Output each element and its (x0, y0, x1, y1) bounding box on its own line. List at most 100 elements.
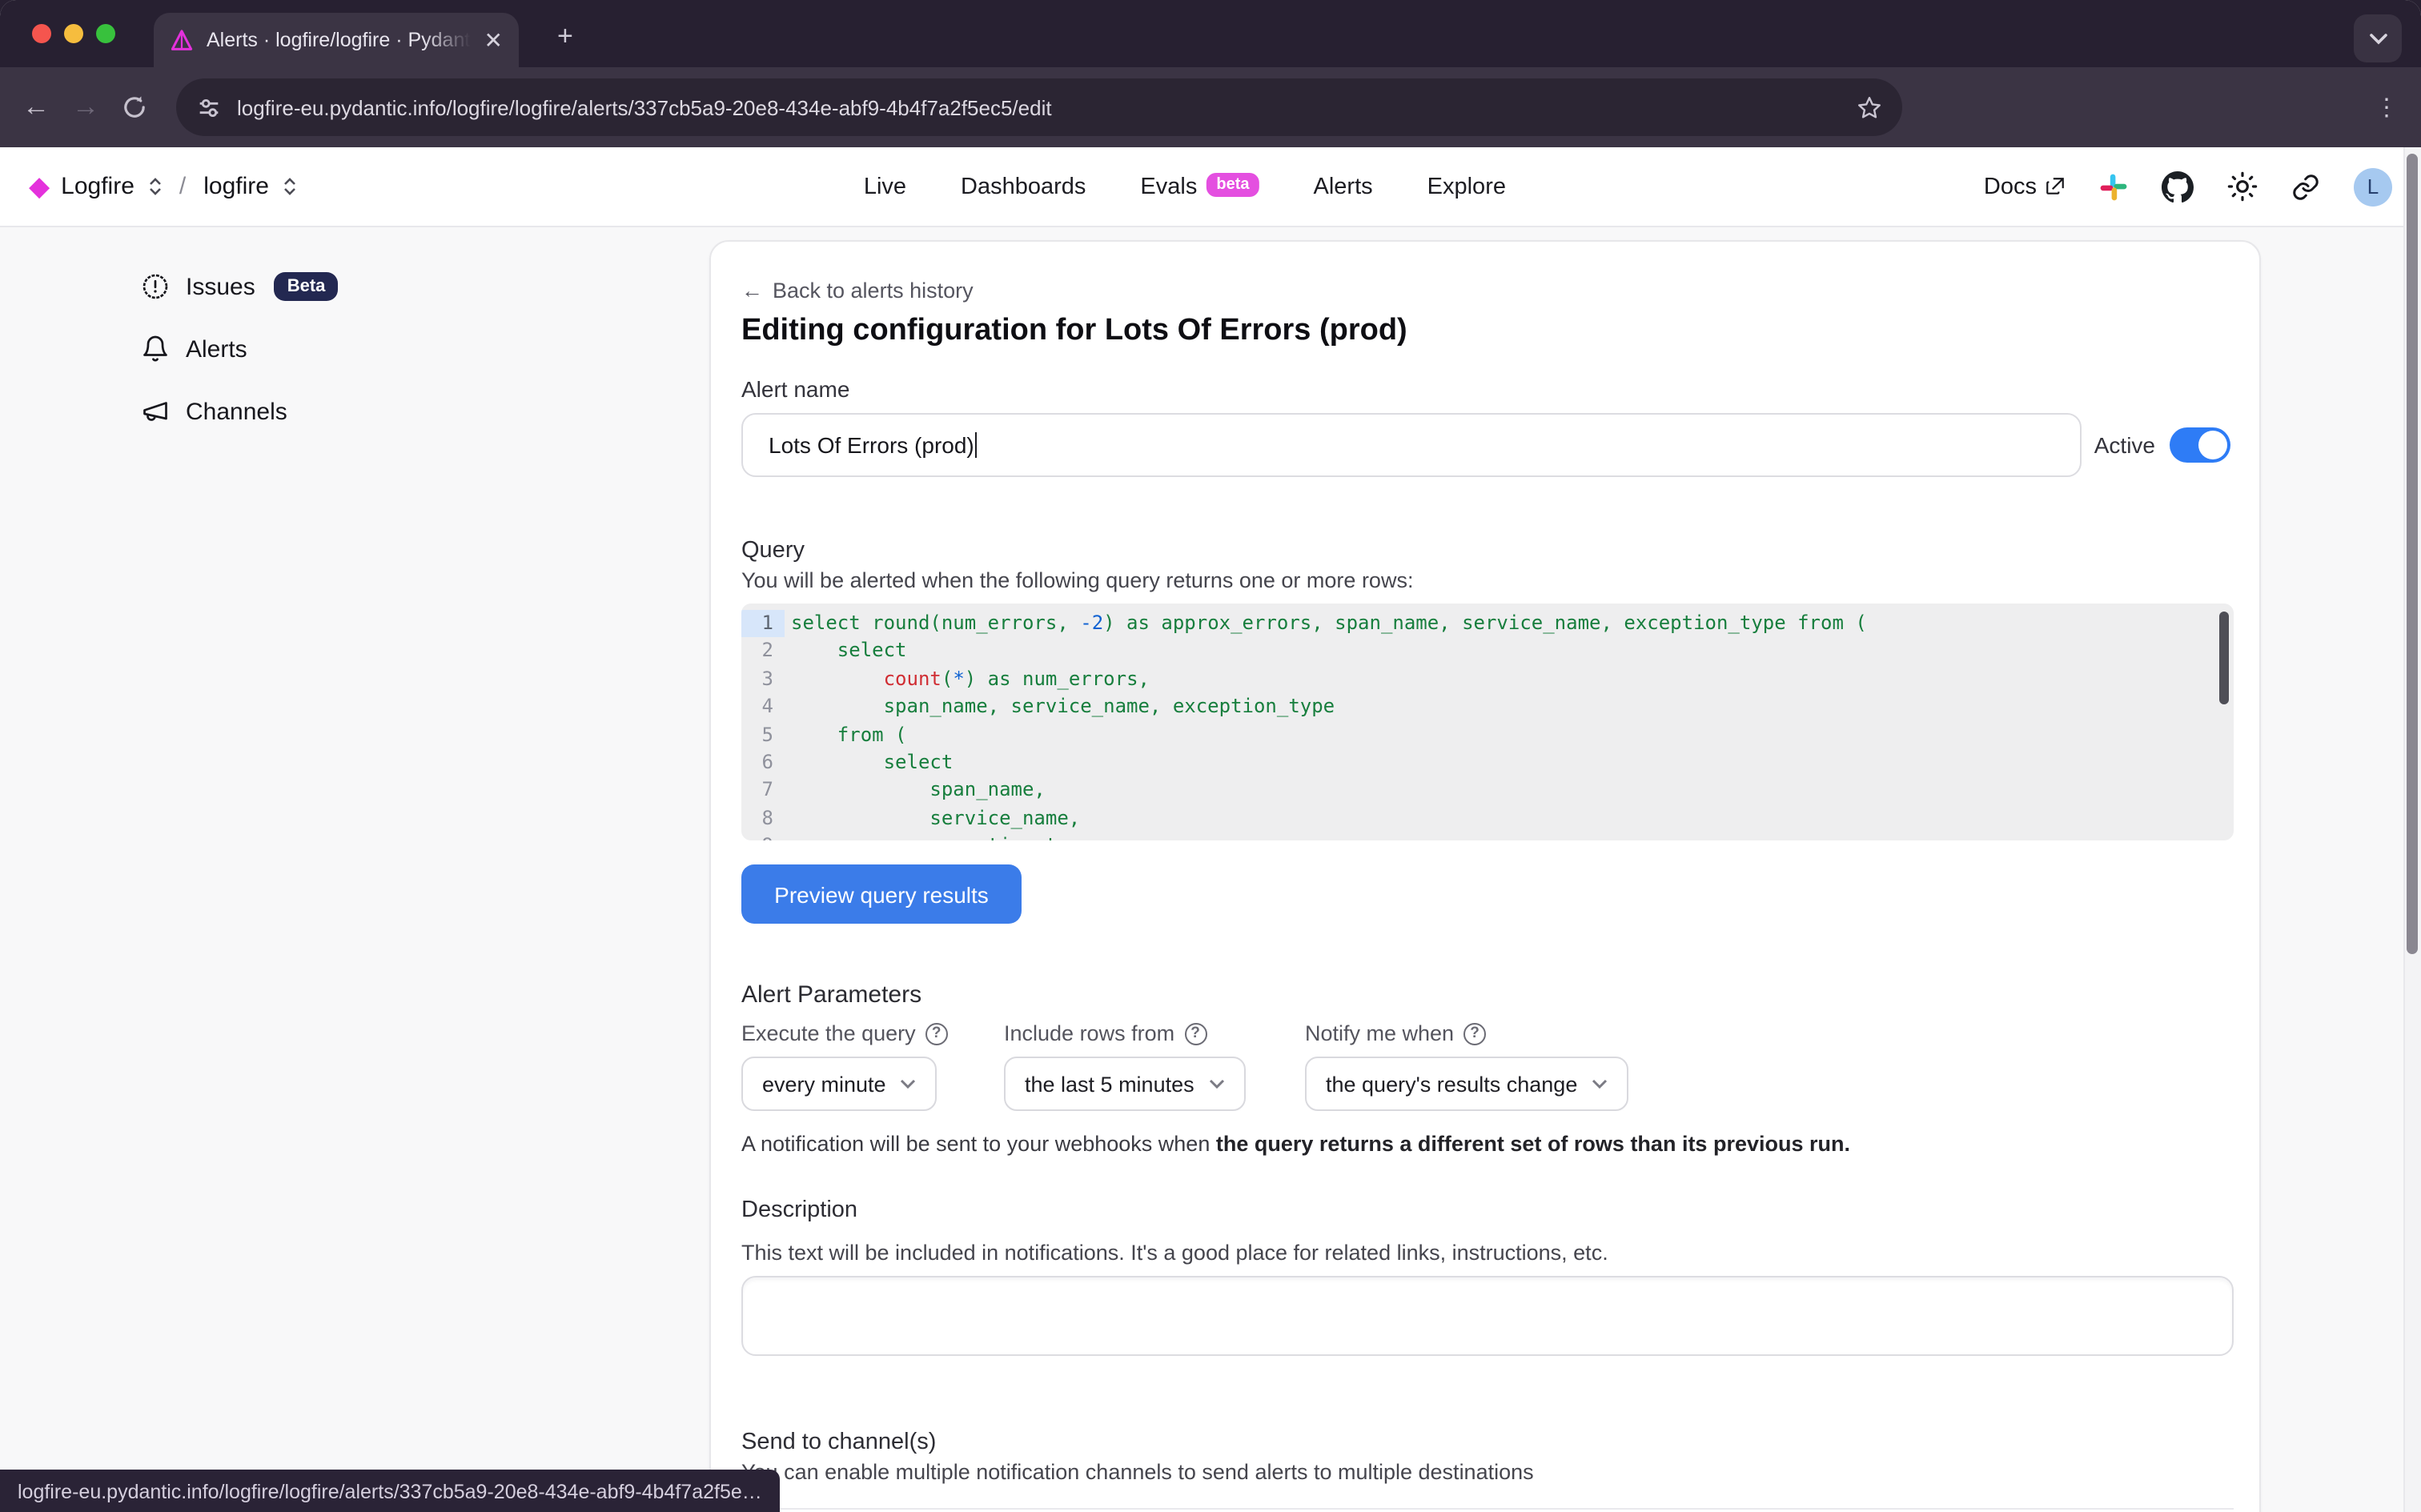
megaphone-icon (141, 397, 170, 426)
logfire-favicon (170, 28, 194, 52)
minimize-window-button[interactable] (64, 24, 83, 43)
code-line: 1select round(num_errors, -2) as approx_… (741, 610, 2234, 638)
issues-beta-badge: Beta (275, 272, 339, 301)
back-arrow-icon: ← (741, 279, 763, 303)
alert-parameters-title: Alert Parameters (741, 981, 2230, 1009)
nav-alerts[interactable]: Alerts (1313, 174, 1372, 199)
reload-icon[interactable] (122, 94, 147, 120)
tab-close-icon[interactable]: ✕ (484, 29, 503, 51)
new-tab-button[interactable]: + (557, 22, 573, 50)
zoom-window-button[interactable] (96, 24, 115, 43)
execute-query-label: Execute the query ? (741, 1021, 1004, 1045)
page-title: Editing configuration for Lots Of Errors… (741, 314, 2230, 349)
nav-live[interactable]: Live (864, 174, 906, 199)
scrollbar-thumb[interactable] (2407, 154, 2418, 954)
browser-menu-kebab-icon[interactable]: ⋮ (2375, 93, 2399, 122)
alert-name-input[interactable]: Lots Of Errors (prod) (741, 413, 2082, 477)
help-icon[interactable]: ? (1184, 1022, 1206, 1045)
active-toggle[interactable] (2170, 427, 2230, 463)
code-line: 9 exception_type (741, 833, 2234, 841)
share-link-icon[interactable] (2291, 172, 2320, 201)
notify-when-select[interactable]: the query's results change (1305, 1057, 1628, 1111)
sidebar-item-label: Alerts (186, 335, 247, 363)
chevron-down-icon (901, 1079, 917, 1089)
sidebar: Issues Beta Alerts Channels (141, 272, 338, 426)
line-number: 6 (741, 749, 785, 777)
sidebar-item-alerts[interactable]: Alerts (141, 335, 338, 363)
project-selector-chevrons-icon[interactable] (283, 178, 296, 195)
org-selector-chevrons-icon[interactable] (149, 178, 162, 195)
forward-icon[interactable]: → (72, 91, 99, 123)
alert-name-label: Alert name (741, 376, 2230, 402)
alert-name-value: Lots Of Errors (prod) (769, 432, 974, 458)
alert-circle-icon (141, 272, 170, 301)
browser-tab[interactable]: Alerts · logfire/logfire · Pydanti ✕ (154, 13, 519, 67)
section-divider (741, 1508, 2234, 1510)
code-line: 4 span_name, service_name, exception_typ… (741, 693, 2234, 721)
description-textarea[interactable] (741, 1276, 2234, 1356)
app-header: ◆ Logfire / logfire Live Dashboards Eval… (0, 147, 2421, 227)
org-selector[interactable]: Logfire (61, 173, 134, 200)
code-lines: 1select round(num_errors, -2) as approx_… (741, 610, 2234, 840)
docs-link[interactable]: Docs (1984, 174, 2066, 199)
code-scrollbar[interactable] (2219, 612, 2229, 704)
project-selector[interactable]: logfire (203, 173, 269, 200)
notify-when-label: Notify me when ? (1305, 1021, 1657, 1045)
browser-toolbar: ← → logfire-eu.pydantic.info/logfire/log… (0, 67, 2421, 147)
help-icon[interactable]: ? (1463, 1022, 1486, 1045)
line-number: 3 (741, 666, 785, 694)
line-number: 5 (741, 721, 785, 749)
main-nav: Live Dashboards Evalsbeta Alerts Explore (864, 174, 1506, 199)
slack-icon[interactable] (2099, 172, 2128, 201)
query-hint: You will be alerted when the following q… (741, 568, 2230, 592)
logfire-logo-icon: ◆ (29, 173, 50, 200)
evals-beta-badge: beta (1206, 173, 1259, 197)
preview-query-results-button[interactable]: Preview query results (741, 864, 1022, 924)
nav-evals[interactable]: Evalsbeta (1140, 174, 1259, 199)
execute-query-select[interactable]: every minute (741, 1057, 937, 1111)
line-number: 1 (741, 610, 785, 638)
user-avatar[interactable]: L (2354, 167, 2392, 206)
back-icon[interactable]: ← (22, 91, 50, 123)
close-window-button[interactable] (32, 24, 51, 43)
browser-window: Alerts · logfire/logfire · Pydanti ✕ + ←… (0, 0, 2421, 1512)
header-actions: Docs (1984, 167, 2392, 206)
chevron-down-icon (1209, 1079, 1225, 1089)
github-icon[interactable] (2162, 170, 2194, 203)
code-line: 7 span_name, (741, 777, 2234, 805)
line-number: 7 (741, 777, 785, 805)
url-bar[interactable]: logfire-eu.pydantic.info/logfire/logfire… (176, 78, 1902, 136)
light-mode-sun-icon[interactable] (2227, 171, 2258, 202)
line-number: 8 (741, 805, 785, 833)
sidebar-item-label: Issues (186, 273, 255, 300)
notification-note: A notification will be sent to your webh… (741, 1132, 2230, 1156)
site-settings-icon[interactable] (195, 94, 223, 121)
status-bar-url: logfire-eu.pydantic.info/logfire/logfire… (0, 1470, 780, 1512)
bell-icon (141, 335, 170, 363)
nav-dashboards[interactable]: Dashboards (961, 174, 1086, 199)
url-text[interactable]: logfire-eu.pydantic.info/logfire/logfire… (237, 95, 1841, 119)
query-label: Query (741, 538, 2230, 563)
sidebar-item-channels[interactable]: Channels (141, 397, 338, 426)
nav-explore[interactable]: Explore (1427, 174, 1506, 199)
description-title: Description (741, 1197, 2230, 1223)
sidebar-item-issues[interactable]: Issues Beta (141, 272, 338, 301)
line-number: 9 (741, 833, 785, 841)
code-line: 5 from ( (741, 721, 2234, 749)
description-hint: This text will be included in notificati… (741, 1241, 2230, 1265)
include-rows-label: Include rows from ? (1004, 1021, 1305, 1045)
sidebar-item-label: Channels (186, 398, 287, 425)
text-cursor (976, 432, 978, 458)
include-rows-select[interactable]: the last 5 minutes (1004, 1057, 1246, 1111)
line-number: 2 (741, 638, 785, 666)
window-controls[interactable] (32, 24, 115, 43)
chevron-down-icon (1592, 1079, 1608, 1089)
tab-search-chevron-button[interactable] (2354, 14, 2402, 62)
external-link-icon (2045, 176, 2066, 197)
query-code-editor[interactable]: 1select round(num_errors, -2) as approx_… (741, 604, 2234, 840)
bookmark-star-icon[interactable] (1856, 94, 1883, 121)
page-scrollbar[interactable] (2403, 147, 2421, 1512)
help-icon[interactable]: ? (925, 1022, 948, 1045)
back-to-alerts-link[interactable]: ← Back to alerts history (741, 279, 2230, 303)
channels-title: Send to channel(s) (741, 1430, 2230, 1455)
